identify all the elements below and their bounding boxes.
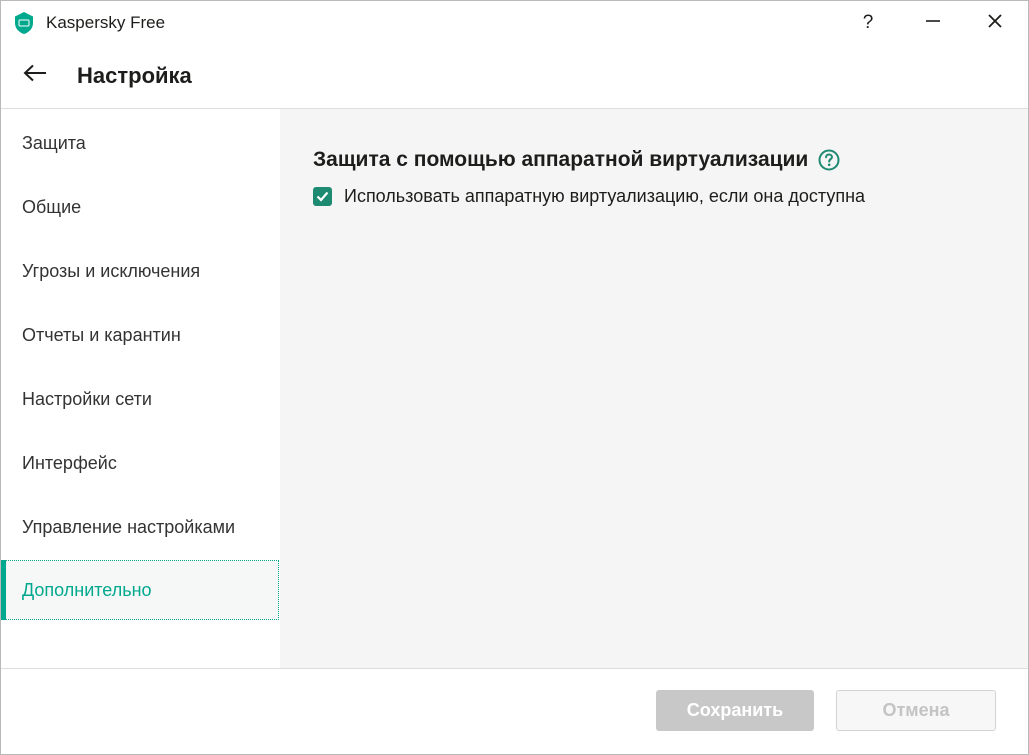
back-button[interactable]: [15, 57, 55, 93]
sidebar-item-protection[interactable]: Защита: [1, 112, 279, 174]
hw-virtualization-label: Использовать аппаратную виртуализацию, е…: [344, 186, 866, 206]
cancel-button[interactable]: Отмена: [836, 690, 996, 731]
sidebar-item-label: Отчеты и карантин: [22, 324, 181, 345]
sidebar-item-general[interactable]: Общие: [1, 176, 279, 238]
sidebar-item-advanced[interactable]: Дополнительно: [1, 560, 279, 620]
hw-virtualization-option[interactable]: Использовать аппаратную виртуализацию, е…: [313, 186, 865, 207]
sidebar-item-label: Настройки сети: [22, 388, 152, 409]
section-title-text: Защита с помощью аппаратной виртуализаци…: [313, 148, 809, 171]
sidebar-item-label: Угрозы и исключения: [22, 260, 201, 281]
arrow-left-icon: [23, 64, 47, 87]
settings-sidebar: Защита Общие Угрозы и исключения Отчеты …: [1, 109, 280, 668]
minimize-button[interactable]: [902, 1, 964, 45]
hw-virtualization-checkbox[interactable]: [313, 187, 332, 206]
sidebar-item-label: Управление настройками: [22, 516, 236, 537]
footer-bar: Сохранить Отмена: [1, 669, 1028, 754]
close-icon: [987, 13, 1003, 34]
section-title: Защита с помощью аппаратной виртуализаци…: [313, 148, 840, 172]
question-circle-icon[interactable]: [818, 149, 840, 171]
sidebar-item-network-settings[interactable]: Настройки сети: [1, 368, 279, 430]
close-button[interactable]: [964, 1, 1026, 45]
sidebar-item-label: Общие: [22, 196, 82, 217]
title-bar[interactable]: Kaspersky Free ?: [1, 1, 1028, 45]
sidebar-item-manage-settings[interactable]: Управление настройками: [1, 496, 279, 558]
sidebar-item-reports-quarantine[interactable]: Отчеты и карантин: [1, 304, 279, 366]
save-button[interactable]: Сохранить: [656, 690, 814, 731]
page-header: Настройка: [1, 45, 1028, 108]
settings-window: Kaspersky Free ? Настройка Защита Общие …: [0, 0, 1029, 755]
page-title: Настройка: [77, 63, 192, 88]
sidebar-item-interface[interactable]: Интерфейс: [1, 432, 279, 494]
sidebar-item-label: Интерфейс: [22, 452, 117, 473]
sidebar-item-threats-exclusions[interactable]: Угрозы и исключения: [1, 240, 279, 302]
help-button[interactable]: ?: [837, 1, 899, 45]
sidebar-item-label: Дополнительно: [22, 579, 152, 600]
kaspersky-shield-icon: [13, 11, 35, 35]
help-label: ?: [862, 12, 874, 33]
sidebar-item-label: Защита: [22, 132, 86, 153]
minimize-icon: [925, 13, 941, 34]
settings-content: Защита с помощью аппаратной виртуализаци…: [280, 109, 1028, 668]
checkmark-icon: [316, 191, 329, 202]
app-title: Kaspersky Free: [46, 13, 166, 32]
